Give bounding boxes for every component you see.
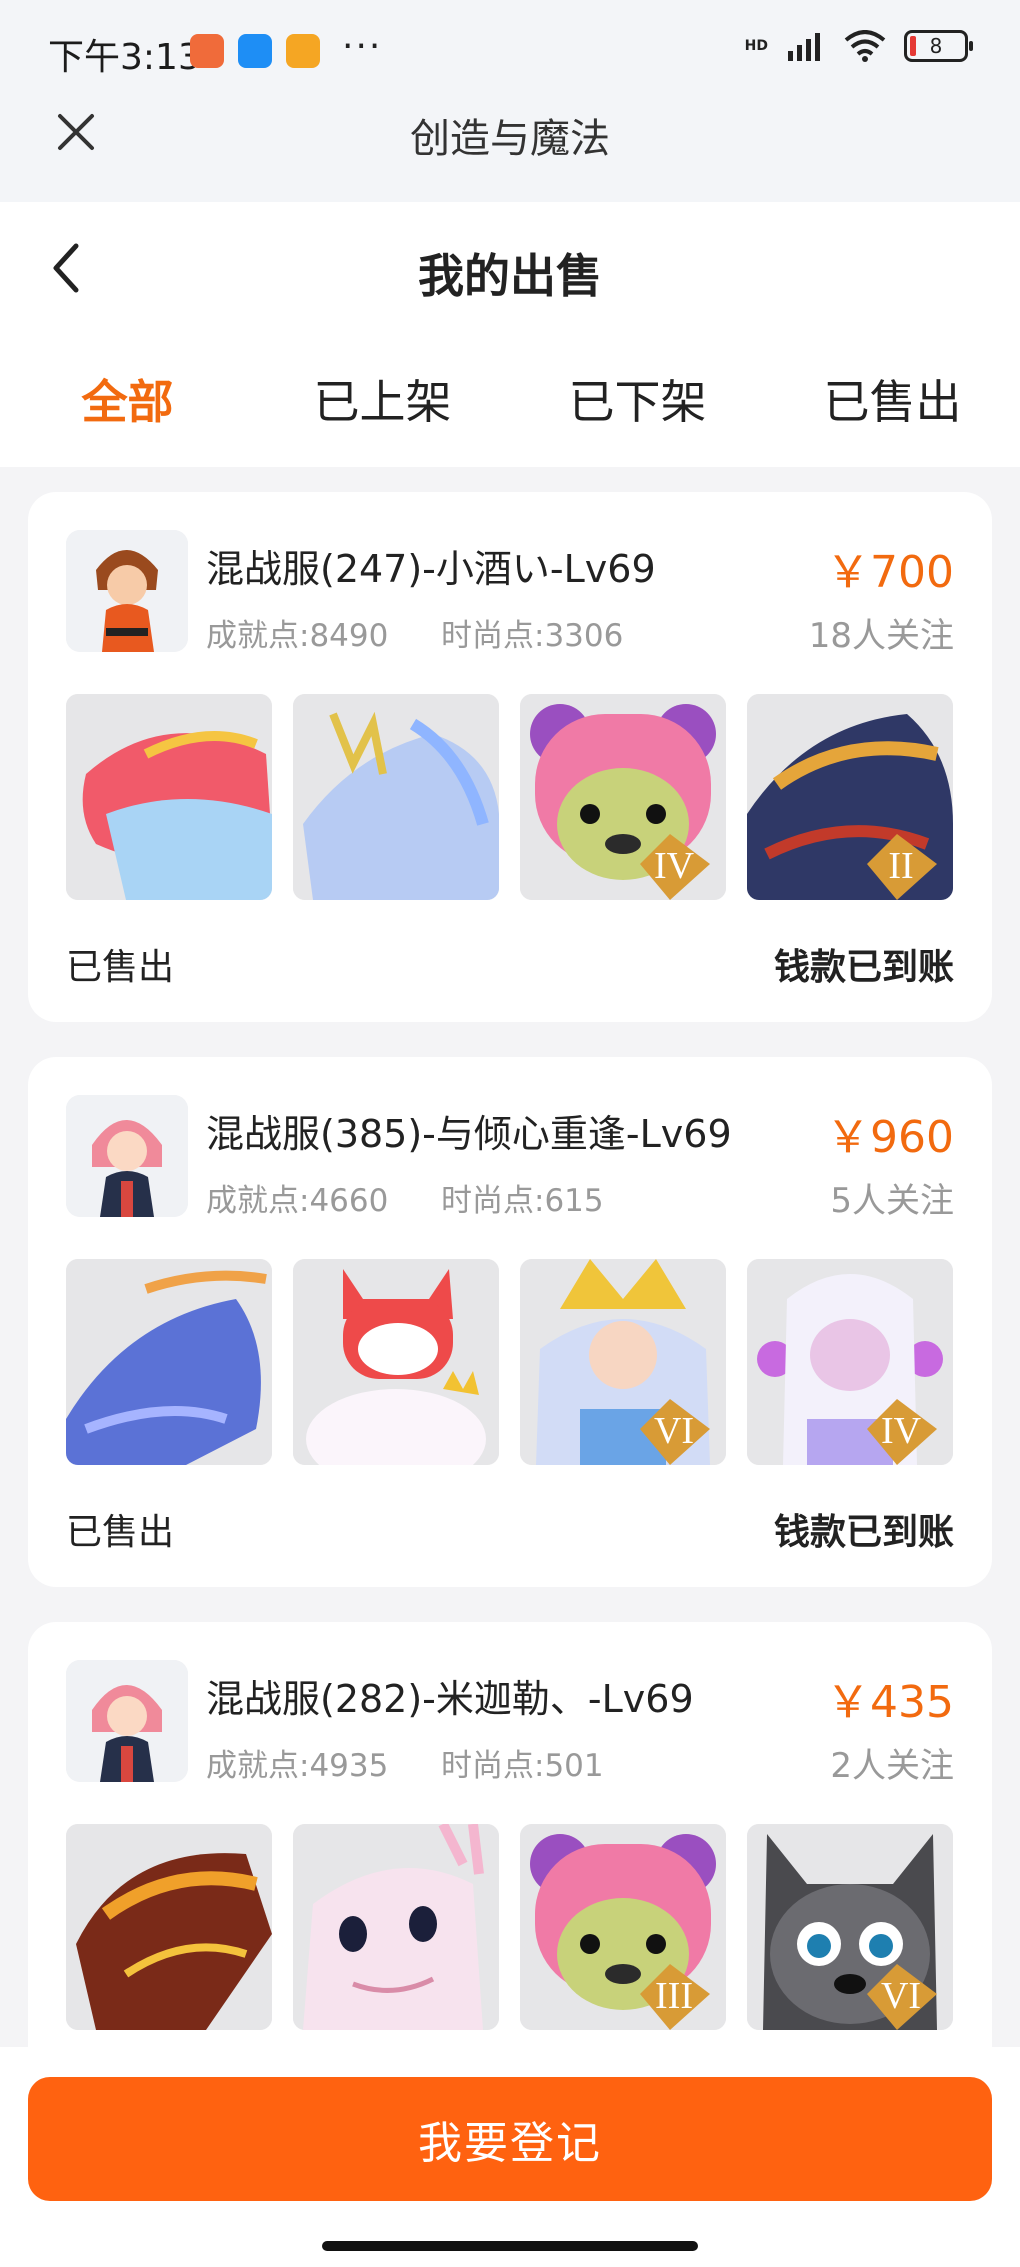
network-type: HD xyxy=(744,38,768,54)
price: ￥435 xyxy=(826,1677,954,1728)
sale-status: 已售出 xyxy=(66,1512,175,1553)
fashion-points: 时尚点:3306 xyxy=(441,618,624,654)
rank-badge: IV xyxy=(881,1410,922,1452)
fashion-points: 时尚点:615 xyxy=(441,1183,604,1219)
follower-count: 18人关注 xyxy=(808,616,954,656)
character-avatar xyxy=(66,1095,188,1217)
rank-badge: VI xyxy=(654,1410,694,1452)
character-avatar xyxy=(66,530,188,652)
character-avatar xyxy=(66,1660,188,1782)
price: ￥960 xyxy=(826,1112,954,1163)
register-button[interactable]: 我要登记 xyxy=(28,2077,992,2201)
item-thumbnail-pink-axolotl-pet[interactable] xyxy=(293,1824,499,2030)
notification-app-icon xyxy=(238,34,272,68)
achievement-points: 成就点:4660 xyxy=(206,1183,389,1219)
item-thumbnails: VI IV xyxy=(66,1259,954,1465)
status-indicators: HD 8 xyxy=(744,30,973,62)
listing-card[interactable]: 混战服(247)-小酒い-Lv69 成就点:8490 时尚点:3306 ￥700… xyxy=(28,492,992,1022)
item-thumbnail-golden-crown-pet[interactable]: VI xyxy=(520,1259,726,1465)
item-thumbnail-white-doll-pet[interactable]: IV xyxy=(747,1259,953,1465)
signal-icon xyxy=(788,33,820,61)
item-thumbnail-blue-dragon-mount[interactable] xyxy=(66,1259,272,1465)
listing-title: 混战服(247)-小酒い-Lv69 xyxy=(206,547,656,591)
item-thumbnail-fox-cloud-pet[interactable] xyxy=(293,1259,499,1465)
tab-bar: 全部 已上架 已下架 已售出 xyxy=(0,366,1020,432)
sale-status: 已售出 xyxy=(66,947,175,988)
item-thumbnail-light-horse-mount[interactable] xyxy=(293,694,499,900)
battery-icon: 8 xyxy=(904,30,973,62)
follower-count: 2人关注 xyxy=(830,1746,954,1786)
notification-app-icon xyxy=(286,34,320,68)
item-thumbnail-grey-wolf-pet[interactable]: VI xyxy=(747,1824,953,2030)
notification-app-icon xyxy=(190,34,224,68)
item-thumbnail-dark-dragon-mount[interactable]: II xyxy=(747,694,953,900)
item-thumbnail-dragon-mount[interactable] xyxy=(66,694,272,900)
price: ￥700 xyxy=(826,547,954,598)
achievement-points: 成就点:4935 xyxy=(206,1748,389,1784)
more-notifications: ··· xyxy=(342,26,383,67)
tab-delisted[interactable]: 已下架 xyxy=(510,366,765,432)
item-thumbnails: IV II xyxy=(66,694,954,900)
tab-sold[interactable]: 已售出 xyxy=(765,366,1020,432)
rank-badge: IV xyxy=(654,845,695,887)
item-thumbnail-fire-dragon-mount[interactable] xyxy=(66,1824,272,2030)
home-indicator[interactable] xyxy=(322,2241,698,2251)
listing-title: 混战服(385)-与倾心重逢-Lv69 xyxy=(206,1112,732,1156)
follower-count: 5人关注 xyxy=(830,1181,954,1221)
item-thumbnails: III VI xyxy=(66,1824,954,2030)
payment-status: 钱款已到账 xyxy=(773,1512,954,1553)
fashion-points: 时尚点:501 xyxy=(441,1748,604,1784)
achievement-points: 成就点:8490 xyxy=(206,618,389,654)
status-notification-icons xyxy=(190,34,320,68)
rank-badge: VI xyxy=(881,1975,921,2017)
item-thumbnail-pink-bear-pet[interactable]: III xyxy=(520,1824,726,2030)
rank-badge: II xyxy=(888,845,913,887)
app-title: 创造与魔法 xyxy=(410,116,610,162)
status-time: 下午3:13 xyxy=(48,37,201,78)
payment-status: 钱款已到账 xyxy=(773,947,954,988)
tab-listed[interactable]: 已上架 xyxy=(255,366,510,432)
item-thumbnail-pink-bear-pet[interactable]: IV xyxy=(520,694,726,900)
page-title: 我的出售 xyxy=(418,249,602,303)
listing-card[interactable]: 混战服(385)-与倾心重逢-Lv69 成就点:4660 时尚点:615 ￥96… xyxy=(28,1057,992,1587)
wifi-icon xyxy=(844,30,886,62)
battery-level: 8 xyxy=(929,34,943,58)
listing-title: 混战服(282)-米迦勒、-Lv69 xyxy=(206,1677,694,1721)
rank-badge: III xyxy=(655,1975,693,2017)
tab-all[interactable]: 全部 xyxy=(0,366,255,432)
